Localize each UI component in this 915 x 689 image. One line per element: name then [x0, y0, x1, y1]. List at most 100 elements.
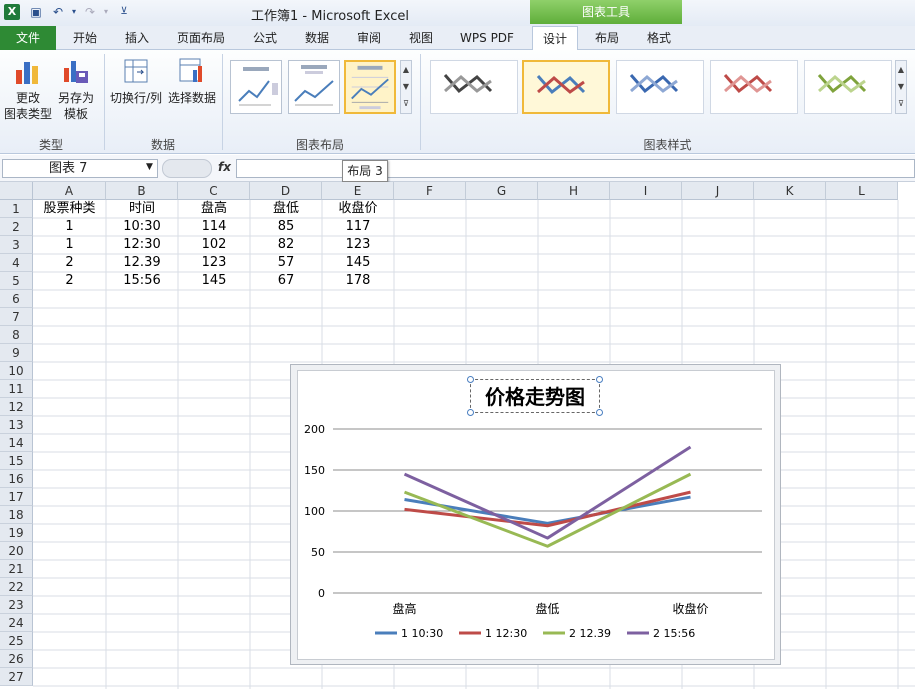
- cell-C5[interactable]: 145: [178, 272, 250, 290]
- cell-C1[interactable]: 盘高: [178, 200, 250, 218]
- change-chart-type-button[interactable]: 更改 图表类型: [4, 56, 52, 122]
- tab-formulas[interactable]: 公式: [244, 26, 286, 50]
- row-header-18[interactable]: 18: [0, 506, 33, 524]
- row-header-7[interactable]: 7: [0, 308, 33, 326]
- row-header-8[interactable]: 8: [0, 326, 33, 344]
- row-header-23[interactable]: 23: [0, 596, 33, 614]
- column-header-C[interactable]: C: [178, 182, 250, 200]
- redo-icon[interactable]: ↷: [82, 4, 98, 20]
- name-box-dropdown-icon[interactable]: ▼: [146, 162, 153, 172]
- cell-D4[interactable]: 57: [250, 254, 322, 272]
- row-header-26[interactable]: 26: [0, 650, 33, 668]
- switch-row-column-button[interactable]: 切换行/列: [108, 56, 164, 106]
- chart-style-2[interactable]: [522, 60, 610, 114]
- tab-review[interactable]: 审阅: [348, 26, 390, 50]
- redo-dropdown-icon[interactable]: ▾: [98, 4, 114, 20]
- chart-style-3[interactable]: [616, 60, 704, 114]
- chart-style-5[interactable]: [804, 60, 892, 114]
- tab-layout[interactable]: 布局: [584, 26, 630, 50]
- chart-layout-1[interactable]: [230, 60, 282, 114]
- tab-file[interactable]: 文件: [0, 26, 56, 50]
- cell-A5[interactable]: 2: [33, 272, 106, 290]
- row-header-6[interactable]: 6: [0, 290, 33, 308]
- row-header-5[interactable]: 5: [0, 272, 33, 290]
- tab-page-layout[interactable]: 页面布局: [170, 26, 232, 50]
- cell-E4[interactable]: 145: [322, 254, 394, 272]
- row-header-12[interactable]: 12: [0, 398, 33, 416]
- row-header-13[interactable]: 13: [0, 416, 33, 434]
- tab-view[interactable]: 视图: [400, 26, 442, 50]
- excel-app-icon[interactable]: X: [4, 4, 20, 20]
- row-header-20[interactable]: 20: [0, 542, 33, 560]
- customize-qat-icon[interactable]: ⊻: [116, 4, 132, 20]
- tab-insert[interactable]: 插入: [114, 26, 160, 50]
- insert-function-icon[interactable]: fx: [218, 160, 231, 174]
- column-header-E[interactable]: E: [322, 182, 394, 200]
- style-gallery-scroll[interactable]: ▲ ▼ ⊽: [895, 60, 907, 114]
- cell-E1[interactable]: 收盘价: [322, 200, 394, 218]
- tab-wps-pdf[interactable]: WPS PDF: [452, 26, 522, 50]
- tab-data[interactable]: 数据: [296, 26, 338, 50]
- cell-A2[interactable]: 1: [33, 218, 106, 236]
- column-header-H[interactable]: H: [538, 182, 610, 200]
- cell-D5[interactable]: 67: [250, 272, 322, 290]
- column-header-G[interactable]: G: [466, 182, 538, 200]
- cell-B2[interactable]: 10:30: [106, 218, 178, 236]
- cell-B4[interactable]: 12.39: [106, 254, 178, 272]
- cell-C4[interactable]: 123: [178, 254, 250, 272]
- undo-icon[interactable]: ↶: [50, 4, 66, 20]
- row-header-1[interactable]: 1: [0, 200, 33, 218]
- cell-B5[interactable]: 15:56: [106, 272, 178, 290]
- row-header-19[interactable]: 19: [0, 524, 33, 542]
- column-header-D[interactable]: D: [250, 182, 322, 200]
- row-header-22[interactable]: 22: [0, 578, 33, 596]
- row-header-17[interactable]: 17: [0, 488, 33, 506]
- column-header-A[interactable]: A: [33, 182, 106, 200]
- cell-D2[interactable]: 85: [250, 218, 322, 236]
- layout-gallery-scroll[interactable]: ▲ ▼ ⊽: [400, 60, 412, 114]
- cell-C2[interactable]: 114: [178, 218, 250, 236]
- cell-C3[interactable]: 102: [178, 236, 250, 254]
- save-as-template-button[interactable]: 另存为 模板: [54, 56, 98, 122]
- select-data-button[interactable]: 选择数据: [166, 56, 218, 106]
- row-header-27[interactable]: 27: [0, 668, 33, 686]
- row-header-24[interactable]: 24: [0, 614, 33, 632]
- row-header-14[interactable]: 14: [0, 434, 33, 452]
- row-header-16[interactable]: 16: [0, 470, 33, 488]
- column-header-F[interactable]: F: [394, 182, 466, 200]
- chart-style-1[interactable]: [430, 60, 518, 114]
- cell-D1[interactable]: 盘低: [250, 200, 322, 218]
- row-header-9[interactable]: 9: [0, 344, 33, 362]
- chart-style-4[interactable]: [710, 60, 798, 114]
- column-header-K[interactable]: K: [754, 182, 826, 200]
- cell-E3[interactable]: 123: [322, 236, 394, 254]
- chart-title[interactable]: 价格走势图: [470, 381, 600, 410]
- row-header-15[interactable]: 15: [0, 452, 33, 470]
- cell-E2[interactable]: 117: [322, 218, 394, 236]
- column-header-B[interactable]: B: [106, 182, 178, 200]
- column-header-I[interactable]: I: [610, 182, 682, 200]
- tab-format[interactable]: 格式: [636, 26, 682, 50]
- column-header-L[interactable]: L: [826, 182, 898, 200]
- row-header-3[interactable]: 3: [0, 236, 33, 254]
- row-header-2[interactable]: 2: [0, 218, 33, 236]
- column-header-J[interactable]: J: [682, 182, 754, 200]
- cell-A3[interactable]: 1: [33, 236, 106, 254]
- cell-E5[interactable]: 178: [322, 272, 394, 290]
- row-header-21[interactable]: 21: [0, 560, 33, 578]
- row-header-4[interactable]: 4: [0, 254, 33, 272]
- formula-bar-resize-handle[interactable]: [162, 159, 212, 178]
- chart-layout-2[interactable]: [288, 60, 340, 114]
- tab-design[interactable]: 设计: [532, 26, 578, 51]
- chart-layout-3[interactable]: [344, 60, 396, 114]
- row-header-11[interactable]: 11: [0, 380, 33, 398]
- row-header-10[interactable]: 10: [0, 362, 33, 380]
- undo-dropdown-icon[interactable]: ▾: [66, 4, 82, 20]
- name-box[interactable]: 图表 7: [2, 159, 158, 178]
- tab-home[interactable]: 开始: [62, 26, 108, 50]
- cell-A1[interactable]: 股票种类: [33, 200, 106, 218]
- formula-input[interactable]: [236, 159, 915, 178]
- cell-B1[interactable]: 时间: [106, 200, 178, 218]
- cell-D3[interactable]: 82: [250, 236, 322, 254]
- row-header-25[interactable]: 25: [0, 632, 33, 650]
